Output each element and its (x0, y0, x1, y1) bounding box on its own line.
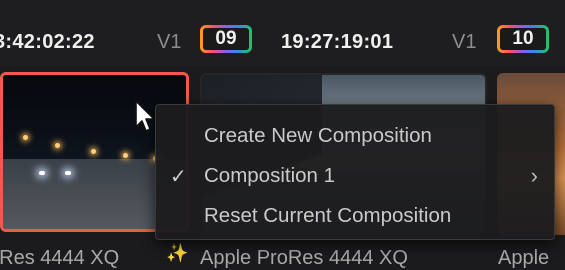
menu-item-label: Reset Current Composition (204, 204, 452, 227)
menu-item-label: Composition 1 (204, 164, 336, 187)
composition-context-menu: Create New Composition ✓ Composition 1 ›… (155, 104, 555, 240)
cursor-arrow-icon (135, 100, 155, 132)
check-icon: ✓ (170, 166, 187, 188)
clip-number-badge[interactable]: 09 (200, 25, 252, 53)
chevron-right-icon: › (530, 163, 538, 188)
clip-timecode: 3:42:02:22 (0, 31, 95, 53)
clip-codec-label: oRes 4444 XQ (0, 247, 120, 269)
timeline-header: 3:42:02:22 V1 09 19:27:19:01 V1 10 (0, 0, 565, 66)
menu-item-label: Create New Composition (204, 124, 432, 147)
clip-codec-label: Apple (498, 247, 550, 269)
menu-item-composition-1[interactable]: ✓ Composition 1 › (156, 157, 554, 193)
clip-number-badge[interactable]: 10 (497, 25, 549, 53)
clip-track: V1 (452, 31, 477, 53)
menu-item-reset-current-composition[interactable]: Reset Current Composition (156, 197, 554, 233)
clip-codec-label: Apple ProRes 4444 XQ (200, 247, 408, 269)
clip-timecode: 19:27:19:01 (281, 31, 394, 53)
clip-track: V1 (157, 31, 182, 53)
menu-item-create-new-composition[interactable]: Create New Composition (156, 117, 554, 153)
sparkle-icon: ✨ (166, 243, 189, 263)
